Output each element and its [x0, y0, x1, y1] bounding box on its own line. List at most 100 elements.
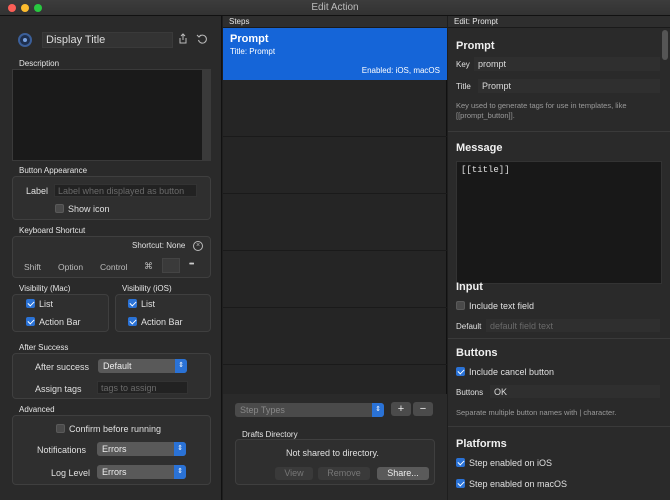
message-heading: Message — [456, 142, 503, 154]
remove-step-button[interactable]: − — [413, 402, 433, 416]
show-icon-label: Show icon — [68, 204, 110, 214]
steps-header: Steps — [223, 16, 447, 28]
platforms-heading: Platforms — [456, 438, 507, 450]
buttons-field[interactable]: OK — [490, 385, 660, 398]
shift-toggle[interactable]: Shift — [24, 262, 41, 272]
advanced-heading: Advanced — [19, 405, 55, 414]
notifications-select[interactable]: Errors ⇕ — [97, 442, 186, 456]
notifications-value: Errors — [102, 444, 127, 454]
step-types-select[interactable]: Step Types ⇕ — [235, 403, 384, 417]
editor-header: Edit: Prompt — [448, 16, 670, 28]
prompt-heading: Prompt — [456, 40, 495, 52]
steps-panel: Steps Prompt Title: Prompt Enabled: iOS,… — [223, 16, 447, 500]
shortcut-value: Shortcut: None — [132, 241, 186, 250]
key-field[interactable]: prompt — [474, 57, 660, 71]
share-icon[interactable] — [177, 33, 189, 45]
key-help-text: Key used to generate tags for use in tem… — [456, 101, 627, 120]
assign-tags-label: Assign tags — [35, 384, 82, 394]
include-text-checkbox[interactable] — [456, 301, 465, 312]
step-subtitle: Title: Prompt — [230, 47, 276, 56]
ios-action-bar-checkbox[interactable] — [128, 317, 137, 328]
view-button[interactable]: View — [275, 467, 313, 480]
chevron-updown-icon: ⇕ — [372, 403, 384, 417]
after-success-heading: After Success — [19, 343, 69, 352]
display-title-field[interactable]: Display Title — [42, 32, 173, 48]
step-title: Prompt — [230, 33, 269, 45]
ios-list-label: List — [141, 299, 156, 309]
keyboard-shortcut-heading: Keyboard Shortcut — [19, 226, 86, 235]
editor-scrollbar[interactable] — [662, 30, 668, 60]
after-success-label: After success — [35, 362, 90, 372]
after-success-value: Default — [103, 361, 132, 371]
default-field-input[interactable]: default field text — [486, 319, 660, 332]
title-label: Title — [456, 82, 471, 91]
title-bar: Edit Action — [0, 0, 670, 16]
assign-tags-input[interactable]: tags to assign — [97, 381, 188, 394]
divider — [448, 426, 670, 427]
key-label: Key — [456, 60, 470, 69]
buttons-help-text: Separate multiple button names with | ch… — [456, 408, 617, 417]
command-toggle[interactable]: ⌘ — [144, 261, 153, 272]
buttons-heading: Buttons — [456, 347, 498, 359]
list-item — [223, 137, 447, 194]
control-toggle[interactable]: Control — [100, 262, 127, 272]
list-item — [223, 308, 447, 365]
zoom-window-button[interactable] — [34, 4, 42, 12]
option-toggle[interactable]: Option — [58, 262, 83, 272]
visibility-mac-heading: Visibility (Mac) — [19, 284, 71, 293]
ios-enabled-checkbox[interactable] — [456, 458, 465, 469]
include-text-label: Include text field — [469, 301, 535, 311]
remove-button[interactable]: Remove — [318, 467, 370, 480]
button-label-input[interactable]: Label when displayed as button — [54, 184, 197, 197]
ios-list-checkbox[interactable] — [128, 299, 137, 310]
show-icon-checkbox[interactable] — [55, 204, 64, 215]
step-enabled: Enabled: iOS, macOS — [361, 66, 440, 75]
after-success-select[interactable]: Default ⇕ — [98, 359, 187, 373]
confirm-label: Confirm before running — [69, 424, 162, 434]
add-step-button[interactable]: + — [391, 402, 411, 416]
confirm-checkbox[interactable] — [56, 424, 65, 435]
more-icon[interactable]: ••• — [189, 261, 194, 268]
chevron-updown-icon: ⇕ — [174, 465, 186, 479]
include-cancel-checkbox[interactable] — [456, 367, 465, 378]
window-title: Edit Action — [311, 2, 359, 13]
mac-action-bar-checkbox[interactable] — [26, 317, 35, 328]
visibility-ios-heading: Visibility (iOS) — [122, 284, 172, 293]
message-textarea[interactable]: [[title]] — [456, 161, 662, 284]
clear-shortcut-icon[interactable]: × — [193, 241, 203, 251]
action-icon[interactable] — [18, 33, 32, 47]
description-textarea[interactable] — [12, 69, 211, 161]
description-heading: Description — [19, 59, 60, 68]
ios-action-bar-label: Action Bar — [141, 317, 183, 327]
list-item — [223, 194, 447, 251]
step-types-label: Step Types — [240, 405, 285, 415]
minimize-window-button[interactable] — [21, 4, 29, 12]
chevron-updown-icon: ⇕ — [174, 442, 186, 456]
chevron-updown-icon: ⇕ — [175, 359, 187, 373]
share-button[interactable]: Share... — [377, 467, 429, 480]
button-appearance-box — [12, 176, 211, 220]
drafts-directory-heading: Drafts Directory — [242, 430, 298, 439]
log-level-value: Errors — [102, 467, 127, 477]
close-window-button[interactable] — [8, 4, 16, 12]
description-scrollbar[interactable] — [202, 70, 210, 160]
list-item — [223, 80, 447, 137]
revert-icon[interactable] — [196, 33, 208, 45]
mac-list-label: List — [39, 299, 54, 309]
macos-enabled-label: Step enabled on macOS — [469, 479, 568, 489]
mac-list-checkbox[interactable] — [26, 299, 35, 310]
ios-enabled-label: Step enabled on iOS — [469, 458, 553, 468]
input-heading: Input — [456, 281, 483, 293]
editor-heading: Edit: Prompt — [454, 17, 499, 26]
shortcut-key-field[interactable] — [162, 258, 180, 273]
buttons-label: Buttons — [456, 388, 484, 397]
default-label: Default — [456, 322, 482, 331]
log-level-label: Log Level — [51, 468, 91, 478]
step-row-prompt[interactable]: Prompt Title: Prompt Enabled: iOS, macOS — [223, 28, 447, 80]
log-level-select[interactable]: Errors ⇕ — [97, 465, 186, 479]
label-label: Label — [26, 186, 49, 196]
title-field[interactable]: Prompt — [478, 79, 660, 93]
include-cancel-label: Include cancel button — [469, 367, 555, 377]
button-appearance-heading: Button Appearance — [19, 166, 88, 175]
macos-enabled-checkbox[interactable] — [456, 479, 465, 490]
